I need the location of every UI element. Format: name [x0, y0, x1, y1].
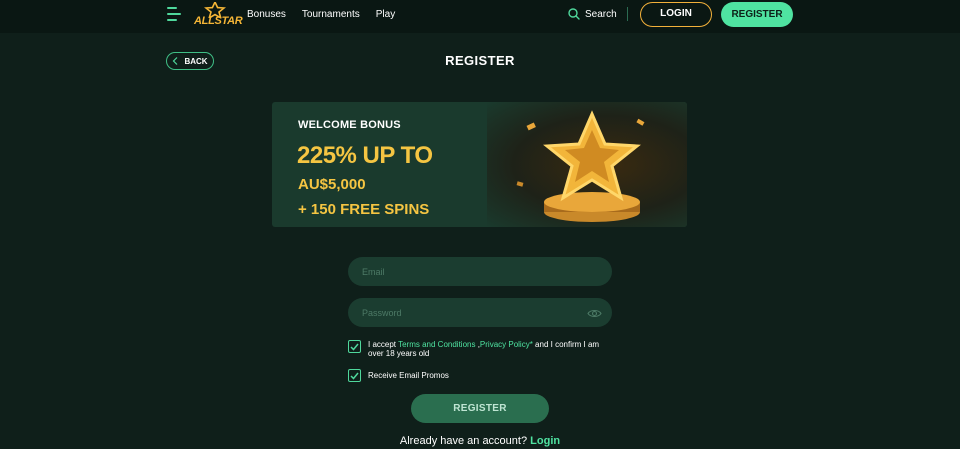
privacy-link[interactable]: Privacy Policy* [480, 340, 533, 349]
login-prompt: Already have an account? Login [0, 435, 960, 447]
login-button[interactable]: LOGIN [640, 2, 712, 27]
allstar-logo[interactable]: ALLSTAR [192, 2, 243, 28]
checkmark-icon [350, 343, 359, 351]
header-divider [627, 7, 628, 21]
trophy-star-image [487, 102, 687, 227]
nav-bonuses[interactable]: Bonuses [247, 9, 286, 20]
bonus-free-spins: + 150 FREE SPINS [298, 201, 430, 218]
promos-checkbox[interactable] [348, 369, 361, 382]
nav-tournaments[interactable]: Tournaments [302, 9, 360, 20]
email-field[interactable] [348, 257, 612, 286]
main-nav: Bonuses Tournaments Play [247, 9, 395, 20]
bonus-amount: 225% UP TO [297, 142, 433, 169]
logo-text: ALLSTAR [194, 15, 243, 27]
password-field[interactable] [348, 298, 612, 327]
promos-label: Receive Email Promos [368, 371, 449, 380]
register-submit-button[interactable]: REGISTER [411, 394, 549, 423]
promos-row: Receive Email Promos [348, 369, 608, 382]
bonus-kicker: WELCOME BONUS [298, 119, 401, 131]
top-header: ALLSTAR Bonuses Tournaments Play Search … [0, 0, 960, 33]
bonus-currency: AU$5,000 [298, 176, 366, 193]
login-link[interactable]: Login [530, 435, 560, 447]
login-prompt-text: Already have an account? [399, 435, 528, 447]
terms-checkbox[interactable] [348, 340, 361, 353]
email-field-wrapper [348, 257, 612, 286]
page-title: REGISTER [445, 53, 515, 68]
gold-star-trophy-icon [516, 110, 645, 222]
search-icon [568, 8, 580, 20]
register-button-header[interactable]: REGISTER [721, 2, 793, 27]
terms-row: I accept Terms and Conditions ,Privacy P… [348, 340, 608, 358]
menu-icon[interactable] [167, 6, 181, 22]
nav-play[interactable]: Play [376, 9, 395, 20]
checkmark-icon [350, 372, 359, 380]
terms-link[interactable]: Terms and Conditions [398, 340, 475, 349]
search-button[interactable]: Search [568, 8, 617, 20]
terms-prefix: I accept [368, 340, 399, 349]
terms-text: I accept Terms and Conditions ,Privacy P… [368, 340, 608, 358]
password-field-wrapper [348, 298, 612, 327]
welcome-bonus-banner: WELCOME BONUS 225% UP TO AU$5,000 + 150 … [272, 102, 687, 227]
search-label: Search [585, 8, 617, 20]
show-password-icon[interactable] [587, 306, 602, 324]
